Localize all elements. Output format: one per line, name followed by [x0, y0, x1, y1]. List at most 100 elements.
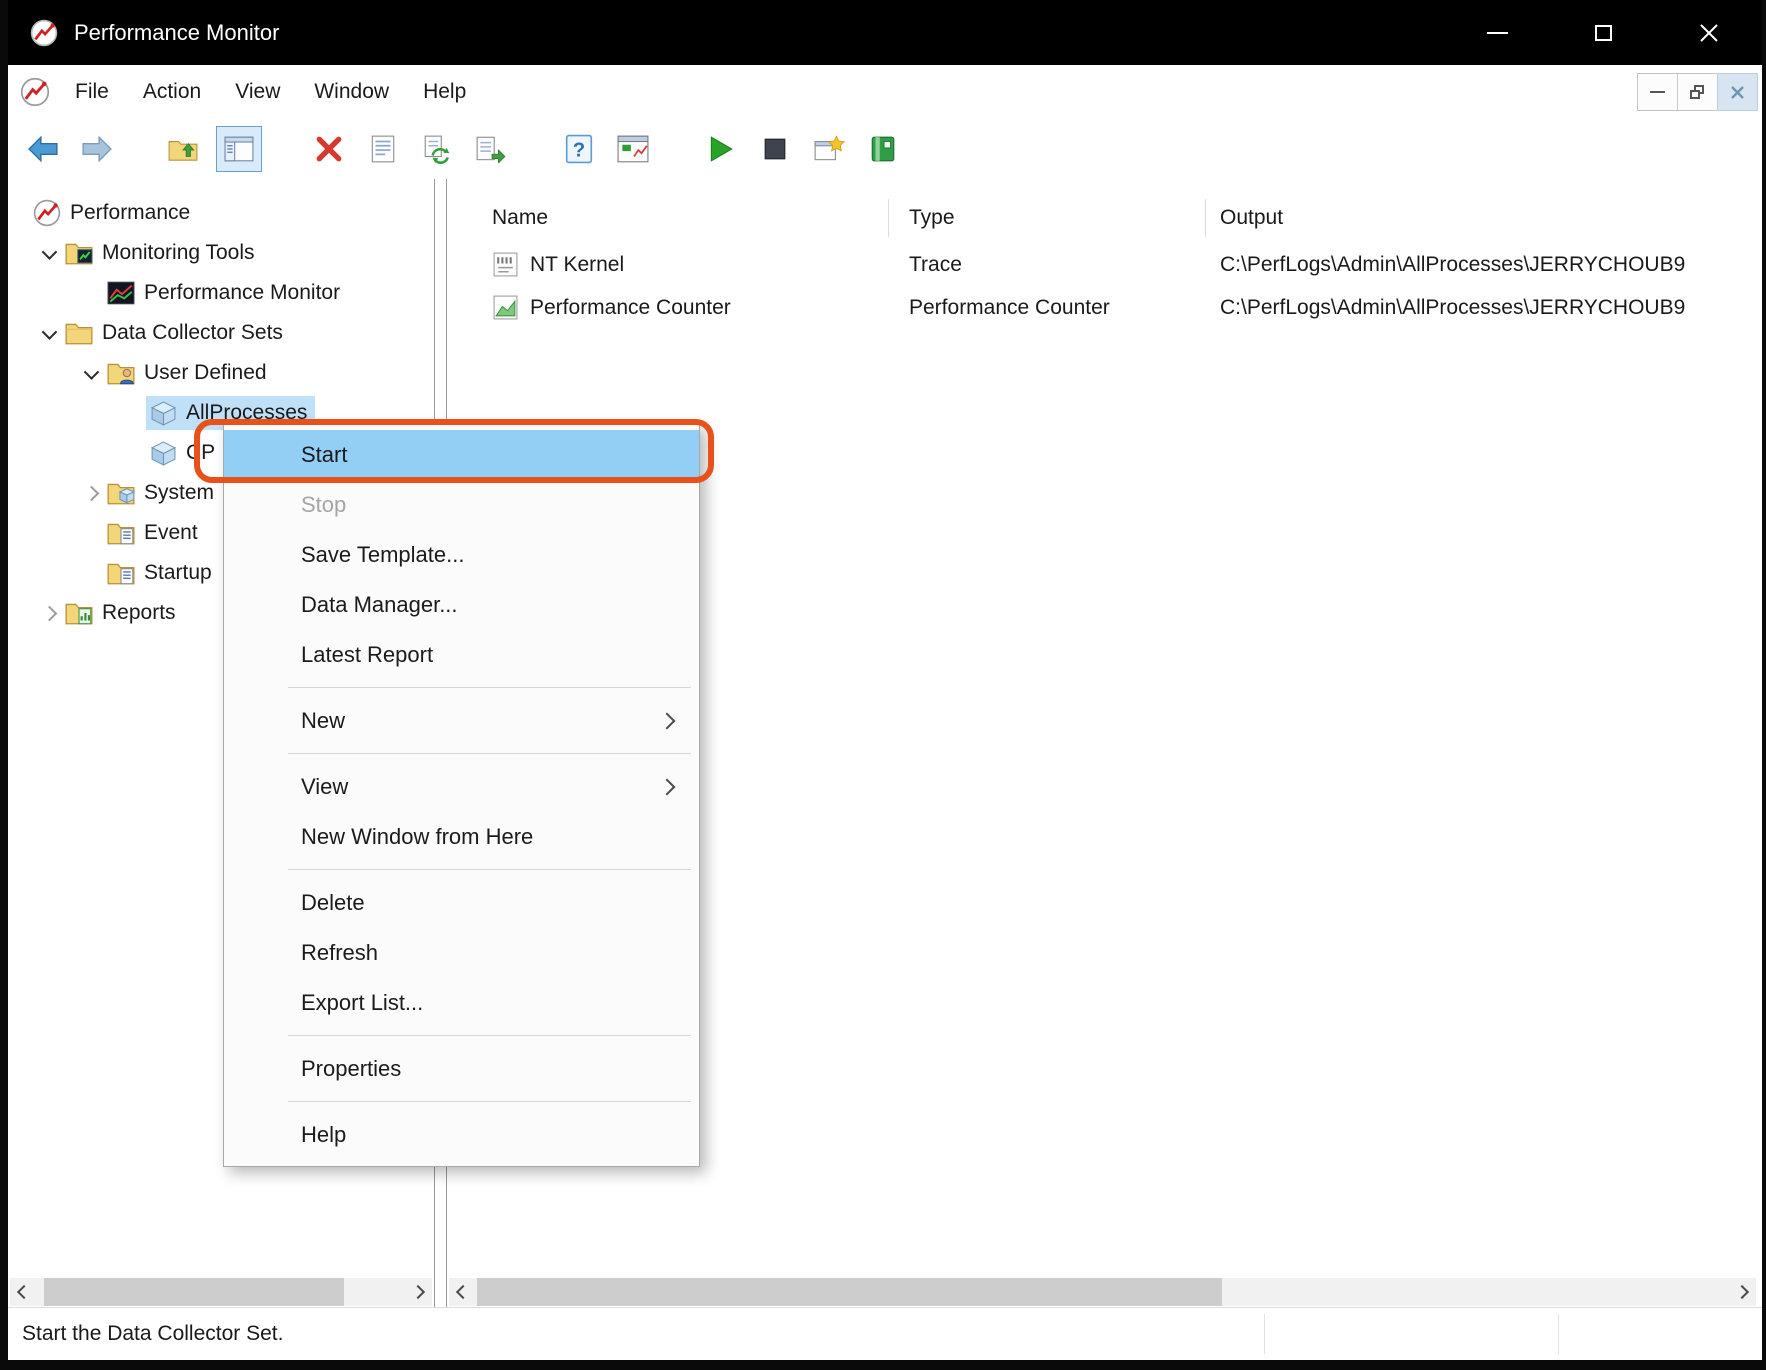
up-one-level-button[interactable]	[160, 126, 206, 172]
context-menu-item-new-window-from-here[interactable]: New Window from Here	[224, 812, 699, 862]
scroll-right-button[interactable]	[1728, 1278, 1756, 1306]
statusbar-divider	[1264, 1314, 1265, 1354]
forward-button[interactable]	[74, 126, 120, 172]
user-folder-icon	[106, 358, 136, 388]
scroll-right-button[interactable]	[404, 1278, 432, 1306]
refresh-button[interactable]	[414, 126, 460, 172]
column-header-type[interactable]: Type	[889, 199, 1206, 237]
list-cell-output: C:\PerfLogs\Admin\AllProcesses\JERRYCHOU…	[1220, 295, 1686, 319]
mdi-restore-button[interactable]	[1677, 73, 1718, 111]
chevron-collapsed-icon[interactable]	[41, 605, 57, 621]
show-window-button[interactable]	[610, 126, 656, 172]
stop-button[interactable]	[752, 126, 798, 172]
list-cell-name: Performance Counter	[530, 295, 731, 319]
context-menu-item-latest-report[interactable]: Latest Report	[224, 630, 699, 680]
menu-view[interactable]: View	[218, 74, 297, 110]
new-data-collector-set-button[interactable]	[806, 126, 852, 172]
delete-icon	[316, 136, 342, 161]
column-header-output[interactable]: Output	[1206, 199, 1762, 237]
mdi-minimize-button[interactable]	[1637, 73, 1678, 111]
export-list-button[interactable]	[468, 126, 514, 172]
performance-chart-icon	[106, 278, 136, 308]
tree-item-label: User Defined	[144, 361, 267, 384]
new-data-collector-set-icon	[814, 134, 845, 160]
column-header-name[interactable]: Name	[447, 199, 889, 237]
context-menu-item-delete[interactable]: Delete	[224, 878, 699, 928]
list-header: Name Type Output	[447, 179, 1762, 243]
show-hide-console-tree-button[interactable]	[216, 125, 262, 172]
list-cell-type: Trace	[909, 252, 962, 276]
menu-window[interactable]: Window	[297, 74, 406, 110]
delete-button[interactable]	[306, 126, 352, 172]
menu-help[interactable]: Help	[406, 74, 483, 110]
mdi-close-button[interactable]	[1717, 73, 1758, 111]
context-menu-item-data-manager[interactable]: Data Manager...	[224, 580, 699, 630]
context-menu-item-save-template[interactable]: Save Template...	[224, 530, 699, 580]
context-menu-item-start[interactable]: Start	[224, 430, 699, 480]
context-menu-item-label: Help	[301, 1122, 347, 1147]
context-menu-item-stop: Stop	[224, 480, 699, 530]
context-menu-item-label: Delete	[301, 890, 365, 915]
scrollbar-thumb[interactable]	[44, 1278, 344, 1306]
context-menu-item-view[interactable]: View	[224, 762, 699, 812]
scroll-right-icon	[410, 1284, 426, 1300]
chevron-collapsed-icon[interactable]	[83, 485, 99, 501]
event-folder-icon	[106, 518, 136, 548]
menu-file[interactable]: File	[58, 74, 126, 110]
chevron-expanded-icon[interactable]	[41, 323, 57, 340]
scroll-left-icon	[16, 1284, 32, 1300]
cube-icon	[148, 438, 178, 468]
context-menu-item-label: New Window from Here	[301, 824, 534, 849]
context-menu-separator	[288, 753, 691, 754]
scroll-left-button[interactable]	[449, 1278, 477, 1306]
app-window: Performance Monitor File Action View Win…	[8, 0, 1762, 1360]
monitoring-tools-folder-icon	[64, 238, 94, 268]
scrollbar-track[interactable]	[477, 1278, 1728, 1306]
help-button[interactable]: ?	[556, 126, 602, 172]
context-menu-item-refresh[interactable]: Refresh	[224, 928, 699, 978]
scroll-left-icon	[455, 1284, 471, 1300]
tree-item-user-defined[interactable]: User Defined	[8, 353, 434, 393]
close-button[interactable]	[1656, 0, 1762, 65]
back-button[interactable]	[20, 126, 66, 172]
tree-item-monitoring-tools[interactable]: Monitoring Tools	[8, 233, 434, 273]
folder-icon	[64, 318, 94, 348]
list-row-nt-kernel[interactable]: NT Kernel Trace C:\PerfLogs\Admin\AllPro…	[447, 243, 1762, 286]
tree-item-data-collector-sets[interactable]: Data Collector Sets	[8, 313, 434, 353]
scroll-left-button[interactable]	[10, 1278, 38, 1306]
performance-counter-icon	[490, 293, 520, 323]
view-log-data-icon	[871, 136, 895, 161]
maximize-button[interactable]	[1550, 0, 1656, 65]
context-menu-item-properties[interactable]: Properties	[224, 1044, 699, 1094]
list-horizontal-scrollbar[interactable]	[449, 1278, 1756, 1306]
refresh-icon	[424, 135, 450, 164]
tree-item-performance-monitor[interactable]: Performance Monitor	[8, 273, 434, 313]
context-menu-item-label: New	[301, 708, 346, 733]
screen: { "colors": { "titlebar_bg": "#000000", …	[0, 0, 1766, 1370]
list-row-performance-counter[interactable]: Performance Counter Performance Counter …	[447, 286, 1762, 329]
tree-item-label: Event	[144, 521, 198, 544]
tree-horizontal-scrollbar[interactable]	[10, 1278, 432, 1306]
context-menu-item-label: Export List...	[301, 990, 424, 1015]
context-menu-item-export-list[interactable]: Export List...	[224, 978, 699, 1028]
scrollbar-track[interactable]	[38, 1278, 404, 1306]
chevron-expanded-icon[interactable]	[41, 243, 57, 260]
tree-item-performance[interactable]: Performance	[8, 193, 434, 233]
forward-icon	[82, 135, 112, 162]
chevron-expanded-icon[interactable]	[83, 363, 99, 380]
tree-item-label: Data Collector Sets	[102, 321, 283, 344]
start-button[interactable]	[698, 126, 744, 172]
status-text: Start the Data Collector Set.	[22, 1322, 284, 1345]
list-cell-name: NT Kernel	[530, 252, 625, 276]
minimize-button[interactable]	[1444, 0, 1550, 65]
view-log-data-button[interactable]	[860, 126, 906, 172]
scrollbar-thumb[interactable]	[477, 1278, 1222, 1306]
properties-button[interactable]	[360, 126, 406, 172]
app-logo-icon	[30, 19, 58, 47]
window-title: Performance Monitor	[74, 19, 280, 45]
context-menu-item-help[interactable]: Help	[224, 1110, 699, 1160]
context-menu-item-new[interactable]: New	[224, 696, 699, 746]
menu-action[interactable]: Action	[126, 74, 218, 110]
scroll-right-icon	[1734, 1284, 1750, 1300]
tree-item-label: Startup	[144, 561, 212, 584]
